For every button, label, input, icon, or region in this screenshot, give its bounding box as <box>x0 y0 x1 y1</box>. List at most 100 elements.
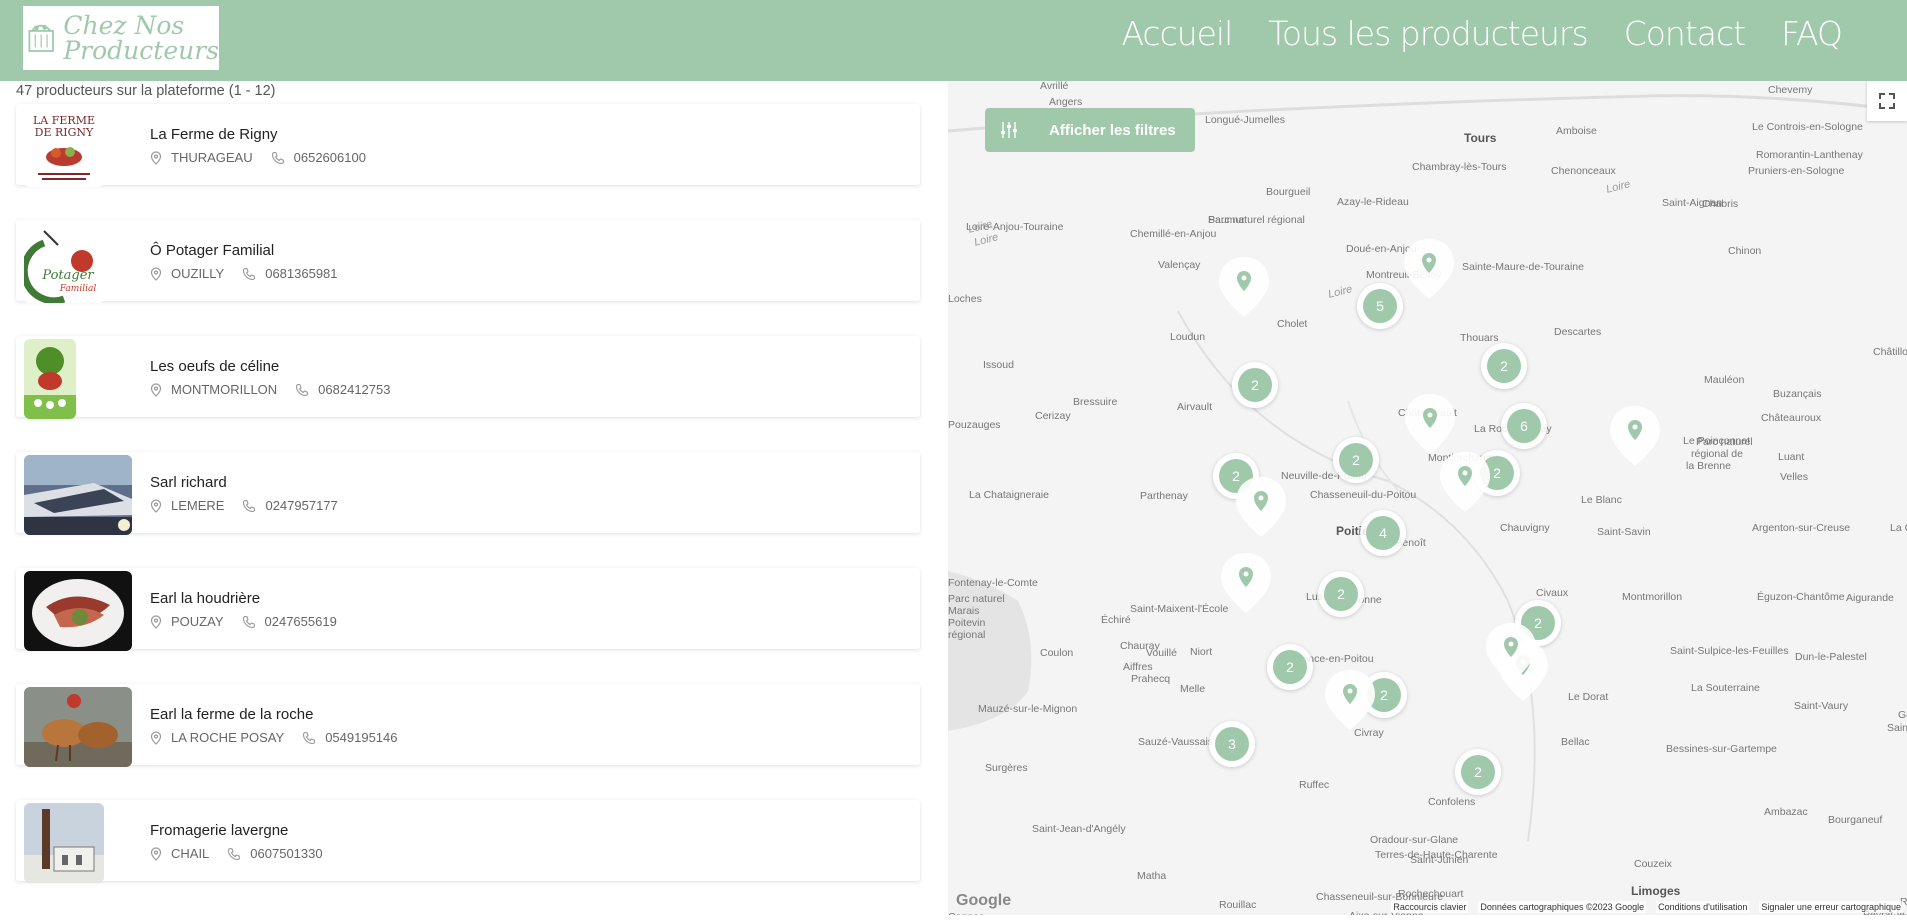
map-place-label: Bourgueil <box>1266 186 1311 198</box>
map-place-label: Saint-Maixent-l'École <box>1130 603 1229 615</box>
google-logo[interactable]: Google <box>956 892 1011 910</box>
producer-meta: THURAGEAU 0652606100 <box>150 150 366 165</box>
nav-link-faq[interactable]: FAQ <box>1781 14 1843 53</box>
map-place-label: Loches <box>948 293 982 305</box>
terms-link[interactable]: Conditions d'utilisation <box>1656 901 1750 913</box>
producer-card[interactable]: Potager Familial Ô Potager Familial OUZI… <box>16 220 920 303</box>
producer-meta: LEMERE 0247957177 <box>150 498 338 513</box>
map-place-label: Sainte-Maure-de-Touraine <box>1462 261 1584 273</box>
producer-name[interactable]: Ô Potager Familial <box>150 242 274 259</box>
main-nav: Accueil Tous les producteurs Contact FAQ <box>1121 14 1843 53</box>
map-location-pin-icon[interactable] <box>1403 392 1457 456</box>
nav-link-producteurs[interactable]: Tous les producteurs <box>1268 14 1588 53</box>
fullscreen-button[interactable] <box>1867 81 1907 121</box>
producer-thumbnail <box>24 455 132 535</box>
map-cluster-marker[interactable]: 2 <box>1318 571 1364 617</box>
show-filters-button[interactable]: Afficher les filtres <box>985 108 1195 152</box>
map-place-label: Saint-Vaury <box>1794 700 1849 712</box>
phone-icon <box>271 151 284 164</box>
map-cluster-marker[interactable]: 2 <box>1481 343 1527 389</box>
producer-city: CHAIL <box>171 846 210 861</box>
map-location-pin-icon[interactable] <box>1608 404 1662 468</box>
map-location-pin-icon[interactable] <box>1217 255 1271 319</box>
location-pin-icon <box>150 730 162 745</box>
map-place-label: Chambray-lès-Tours <box>1412 161 1507 173</box>
map-cluster-marker[interactable]: 2 <box>1455 749 1501 795</box>
map-place-label: Châteauroux <box>1761 412 1822 424</box>
map-cluster-marker[interactable]: 4 <box>1360 510 1406 556</box>
producer-phone[interactable]: 0247655619 <box>265 614 337 629</box>
producer-thumbnail <box>24 339 76 419</box>
producer-name[interactable]: Fromagerie lavergne <box>150 822 288 839</box>
map-location-pin-icon[interactable] <box>1402 237 1456 301</box>
map-place-label: Le Blanc <box>1581 494 1622 506</box>
ferme-roche-photo <box>24 687 132 767</box>
producer-name[interactable]: Les oeufs de céline <box>150 358 279 375</box>
producer-name[interactable]: La Ferme de Rigny <box>150 126 278 143</box>
map-cluster-marker[interactable]: 2 <box>1232 362 1278 408</box>
producer-name[interactable]: Sarl richard <box>150 474 227 491</box>
producer-phone[interactable]: 0652606100 <box>294 150 366 165</box>
producer-card[interactable]: Fromagerie lavergne CHAIL 0607501330 <box>16 800 920 883</box>
producer-city: OUZILLY <box>171 266 225 281</box>
producer-card[interactable]: Les oeufs de céline MONTMORILLON 0682412… <box>16 336 920 419</box>
report-error-link[interactable]: Signaler une erreur cartographique <box>1759 901 1903 913</box>
nav-link-contact[interactable]: Contact <box>1624 14 1746 53</box>
producer-meta: POUZAY 0247655619 <box>150 614 337 629</box>
map-location-pin-icon[interactable] <box>1484 621 1538 685</box>
cluster-count: 2 <box>1461 755 1495 789</box>
nav-link-accueil[interactable]: Accueil <box>1121 14 1233 53</box>
map-place-label: Sainte-Feyre <box>1887 722 1907 734</box>
map-place-label: Échiré <box>1101 614 1131 626</box>
fullscreen-icon <box>1879 93 1895 109</box>
map-place-label: Marais <box>948 605 980 617</box>
map-place-label: Bessines-sur-Gartempe <box>1666 743 1777 755</box>
producer-city: THURAGEAU <box>171 150 253 165</box>
producer-card[interactable]: Sarl richard LEMERE 0247957177 <box>16 452 920 535</box>
producer-phone[interactable]: 0607501330 <box>250 846 322 861</box>
map-location-pin-icon[interactable] <box>1219 551 1273 615</box>
earl-houdriere-photo <box>24 571 132 651</box>
map-place-label: Argenton-sur-Creuse <box>1752 522 1851 534</box>
sarl-richard-photo <box>24 455 132 535</box>
producer-phone[interactable]: 0247957177 <box>265 498 337 513</box>
map-place-label: Civaux <box>1536 587 1569 599</box>
map-place-label: Coulon <box>1040 647 1074 659</box>
results-count: 47 producteurs sur la plateforme (1 - 12… <box>16 83 276 99</box>
map-cluster-marker[interactable]: 5 <box>1357 283 1403 329</box>
producer-card[interactable]: Earl la ferme de la roche LA ROCHE POSAY… <box>16 684 920 767</box>
location-pin-icon <box>150 846 162 861</box>
map-place-label: Couzeix <box>1634 858 1672 870</box>
map-background <box>948 81 1907 915</box>
phone-icon <box>242 615 255 628</box>
map-place-label: Aigurande <box>1846 592 1894 604</box>
producer-phone[interactable]: 0681365981 <box>265 266 337 281</box>
map-cluster-marker[interactable]: 2 <box>1267 644 1313 690</box>
map-place-label: Prahecq <box>1131 673 1171 685</box>
map-panel[interactable]: Afficher les filtres Avrillé Angers Longué… <box>948 81 1907 915</box>
producer-name[interactable]: Earl la houdrière <box>150 590 260 607</box>
producer-phone[interactable]: 0682412753 <box>318 382 390 397</box>
map-location-pin-icon[interactable] <box>1323 668 1377 732</box>
map-location-pin-icon[interactable] <box>1234 475 1288 539</box>
map-location-pin-icon[interactable] <box>1438 450 1492 514</box>
map-cluster-marker[interactable]: 2 <box>1333 437 1379 483</box>
map-place-label: Guéret <box>1898 709 1907 721</box>
producer-thumbnail <box>24 803 104 883</box>
producer-name[interactable]: Earl la ferme de la roche <box>150 706 313 723</box>
site-logo[interactable]: Chez Nos Producteurs <box>23 6 219 70</box>
producer-card[interactable]: LA FERME DE RIGNY La Ferme de Rigny THUR… <box>16 104 920 187</box>
map-cluster-marker[interactable]: 3 <box>1209 721 1255 767</box>
producer-city: LEMERE <box>171 498 225 513</box>
producer-thumbnail: Potager Familial <box>24 223 104 303</box>
show-filters-label: Afficher les filtres <box>1049 121 1176 139</box>
map-cluster-marker[interactable]: 6 <box>1501 403 1547 449</box>
map-place-label: Ambazac <box>1764 806 1808 818</box>
producer-card[interactable]: Earl la houdrière POUZAY 0247655619 <box>16 568 920 651</box>
producer-phone[interactable]: 0549195146 <box>325 730 397 745</box>
producer-city: POUZAY <box>171 614 224 629</box>
logo-text: Chez Nos Producteurs <box>63 13 219 63</box>
phone-icon <box>303 731 316 744</box>
keyboard-shortcuts-link[interactable]: Raccourcis clavier <box>1391 901 1469 913</box>
map-place-label: Dun-le-Palestel <box>1795 651 1867 663</box>
